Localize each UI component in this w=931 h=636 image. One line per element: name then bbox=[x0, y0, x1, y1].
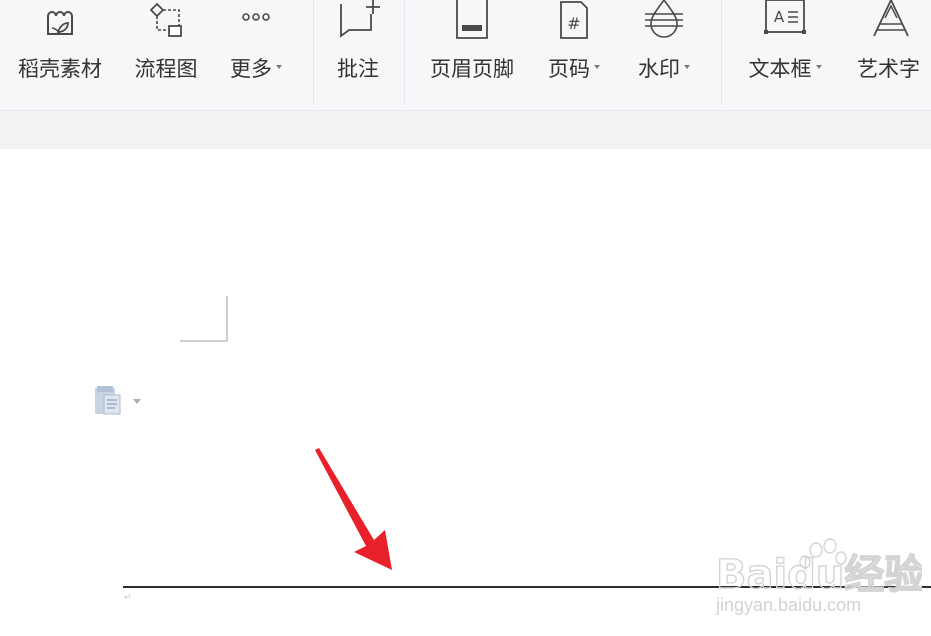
page-number-button[interactable]: # 页码 bbox=[536, 0, 612, 100]
text-box-button[interactable]: A 文本框 bbox=[735, 0, 835, 100]
page-number-label: 页码 bbox=[548, 57, 590, 81]
flowchart-icon bbox=[149, 2, 182, 37]
comment-icon bbox=[340, 0, 380, 38]
text-box-label: 文本框 bbox=[748, 57, 812, 81]
insert-ribbon: 稻壳素材 流程图 更多 批注 页眉页脚 # 页码 水印 A 文本框 艺术字 bbox=[0, 0, 931, 110]
watermark-button[interactable]: 水印 bbox=[624, 0, 704, 100]
comment-button[interactable]: 批注 bbox=[326, 0, 390, 100]
doc-shell-material-button[interactable]: 稻壳素材 bbox=[8, 0, 112, 100]
word-art-button[interactable]: 艺术字 bbox=[851, 0, 931, 100]
more-label: 更多 bbox=[230, 57, 272, 81]
header-footer-label: 页眉页脚 bbox=[430, 57, 514, 81]
chevron-down-icon[interactable] bbox=[594, 65, 600, 69]
paste-options-icon[interactable] bbox=[94, 386, 124, 416]
header-footer-button[interactable]: 页眉页脚 bbox=[419, 0, 525, 100]
ribbon-separator bbox=[721, 0, 722, 105]
ribbon-lower-band bbox=[0, 110, 931, 149]
page-margin-corner-mark bbox=[226, 296, 228, 341]
paragraph-mark: ↵ bbox=[124, 593, 132, 603]
svg-text:#: # bbox=[567, 14, 580, 33]
chevron-down-icon[interactable] bbox=[133, 399, 141, 404]
ribbon-separator bbox=[313, 0, 314, 105]
chevron-down-icon[interactable] bbox=[684, 65, 690, 69]
more-dots-icon bbox=[242, 13, 270, 21]
svg-text:A: A bbox=[774, 8, 785, 26]
word-art-label: 艺术字 bbox=[857, 57, 920, 81]
watermark-brand-text: Baidu经验 bbox=[716, 552, 922, 598]
page-number-icon: # bbox=[560, 1, 588, 39]
word-art-icon bbox=[873, 0, 909, 37]
watermark-label: 水印 bbox=[638, 57, 680, 81]
more-button[interactable]: 更多 bbox=[219, 0, 293, 100]
doc-shell-material-label: 稻壳素材 bbox=[18, 57, 102, 81]
ribbon-separator bbox=[404, 0, 405, 105]
comment-label: 批注 bbox=[337, 57, 379, 81]
page-margin-corner-mark bbox=[180, 340, 228, 342]
chevron-down-icon[interactable] bbox=[276, 65, 282, 69]
watermark-url: jingyan.baidu.com bbox=[716, 595, 862, 615]
annotation-arrow-icon bbox=[315, 448, 392, 570]
document-window: 稻壳素材 流程图 更多 批注 页眉页脚 # 页码 水印 A 文本框 艺术字 ↵ … bbox=[0, 0, 931, 636]
text-box-icon: A bbox=[764, 0, 806, 34]
flowchart-label: 流程图 bbox=[134, 57, 198, 81]
chevron-down-icon[interactable] bbox=[815, 65, 822, 69]
flowchart-button[interactable]: 流程图 bbox=[127, 0, 205, 100]
doc-shell-material-icon bbox=[47, 11, 73, 35]
watermark-icon bbox=[645, 0, 683, 38]
header-footer-icon bbox=[456, 0, 488, 39]
